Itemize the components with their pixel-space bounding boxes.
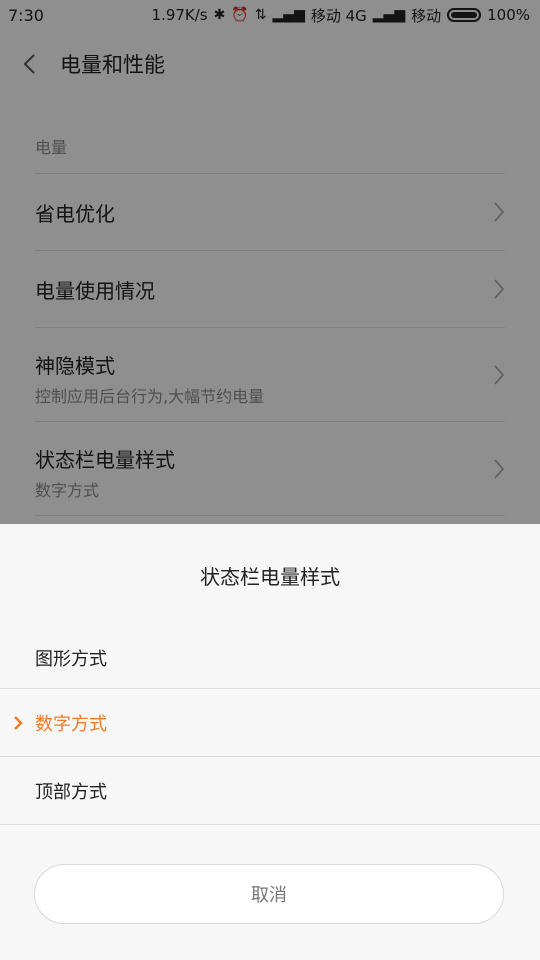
cancel-button[interactable]: 取消: [34, 864, 504, 924]
option-label: 顶部方式: [35, 781, 107, 803]
option-label: 图形方式: [35, 648, 107, 670]
option-top[interactable]: 顶部方式: [0, 757, 540, 825]
selected-chevron-icon: [14, 715, 23, 730]
bottom-sheet: 状态栏电量样式 图形方式 数字方式 顶部方式 取消: [0, 524, 540, 960]
option-numeric[interactable]: 数字方式: [0, 689, 540, 757]
sheet-title: 状态栏电量样式: [200, 565, 340, 589]
option-label: 数字方式: [35, 713, 107, 735]
option-graphic[interactable]: 图形方式: [0, 627, 540, 689]
